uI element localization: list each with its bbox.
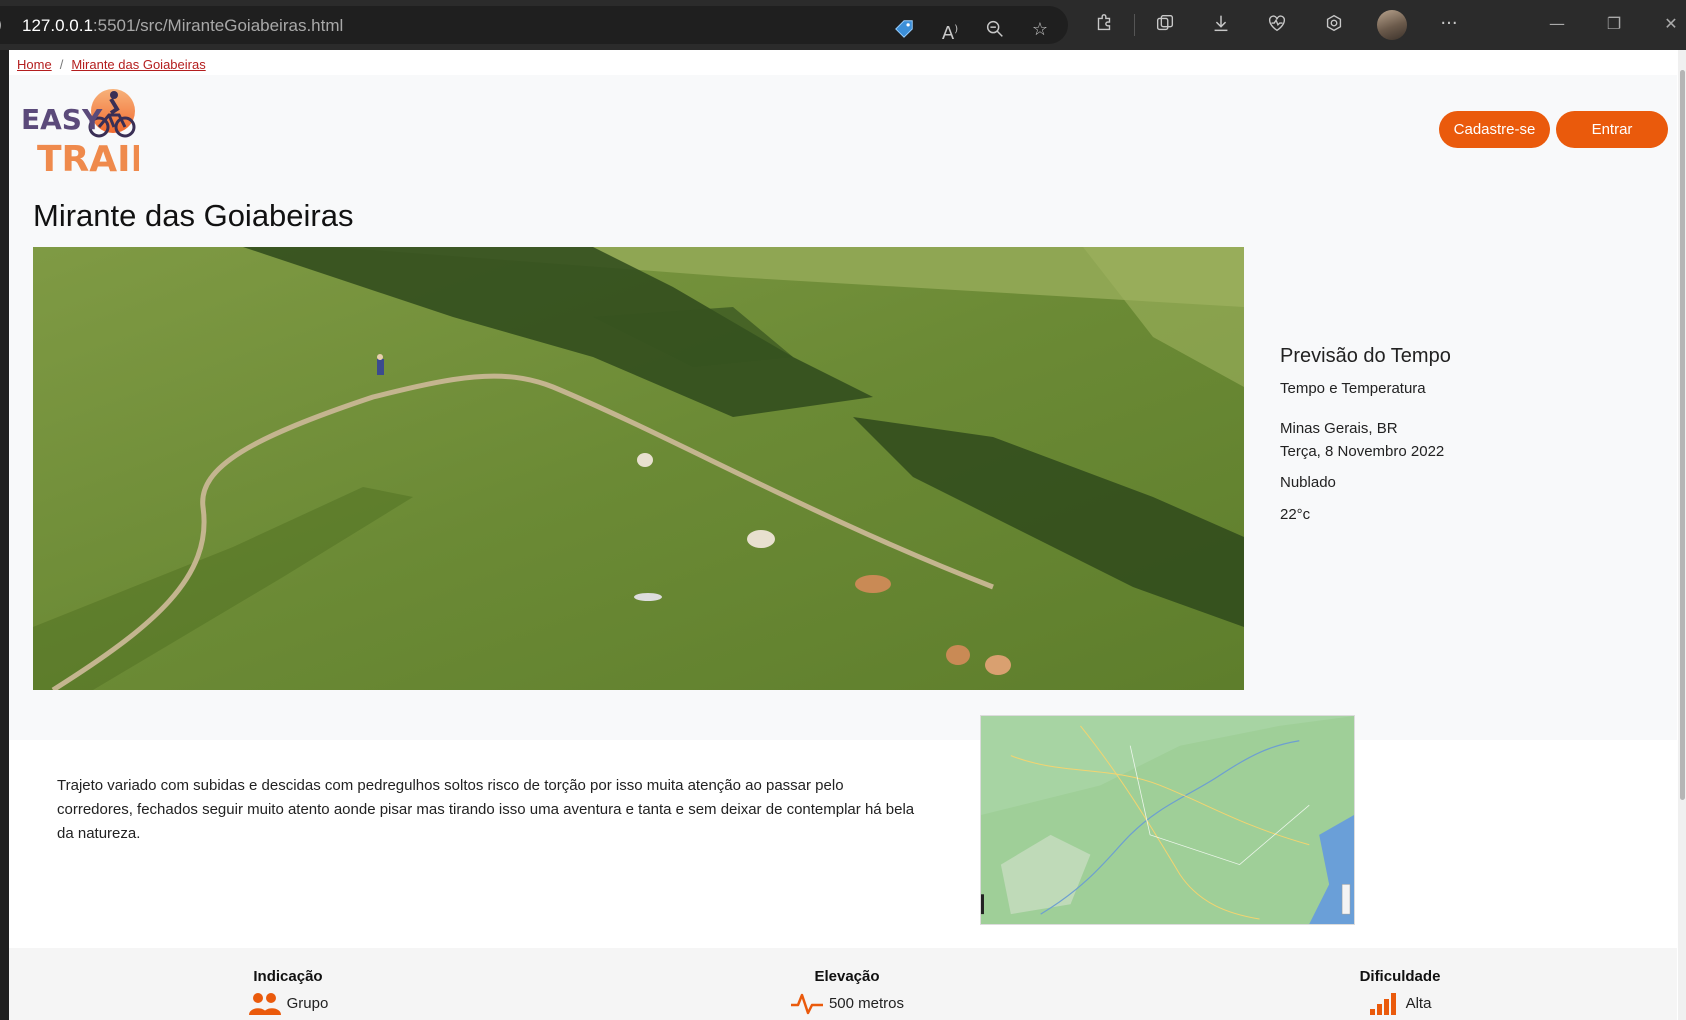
svg-text:TRAIL: TRAIL (37, 139, 139, 177)
trail-header-section: EASY TRAIL Cadastre-se Entrar Mirante da… (9, 75, 1677, 740)
stat-indicacao-label: Indicação (253, 968, 323, 985)
page-scrollbar[interactable] (1678, 50, 1686, 1020)
copilot-icon[interactable] (1322, 12, 1346, 36)
address-bar[interactable]: ) 127.0.0.1:5501/src/MiranteGoiabeiras.h… (0, 6, 1068, 44)
stat-dificuldade-label: Dificuldade (1359, 968, 1441, 985)
weather-subtitle: Tempo e Temperatura (1280, 380, 1426, 397)
add-favorite-icon[interactable]: ☆ (1028, 18, 1052, 42)
stat-indicacao-value: Grupo (286, 994, 329, 1012)
easy-trail-logo[interactable]: EASY TRAIL (19, 81, 139, 177)
weather-date: Terça, 8 Novembro 2022 (1280, 443, 1445, 460)
page-title: Mirante das Goiabeiras (33, 198, 354, 233)
tag-icon[interactable] (892, 18, 916, 42)
elevation-icon (790, 993, 823, 1015)
downloads-icon[interactable] (1209, 12, 1233, 36)
trail-stats: Indicação Grupo Elevação 500 metros Difi… (9, 948, 1677, 1020)
stat-elevacao: Elevação 500 metros (777, 968, 917, 1015)
group-icon (248, 993, 281, 1015)
breadcrumb-separator: / (59, 57, 64, 72)
stat-elevacao-value: 500 metros (828, 994, 905, 1012)
weather-condition: Nublado (1280, 474, 1336, 491)
stat-dificuldade-value: Alta (1405, 994, 1432, 1012)
trail-description: Trajeto variado com subidas e descidas c… (57, 777, 915, 842)
breadcrumb-current-link[interactable]: Mirante das Goiabeiras (71, 57, 205, 72)
stat-dificuldade: Dificuldade Alta (1340, 968, 1460, 1015)
minimize-icon[interactable]: — (1545, 12, 1569, 36)
weather-temperature: 22°c (1280, 506, 1311, 523)
profile-avatar[interactable] (1377, 10, 1407, 40)
trail-photo (33, 247, 1244, 690)
stat-indicacao: Indicação Grupo (223, 968, 353, 1015)
read-aloud-icon[interactable]: A) (938, 18, 962, 44)
collections-icon[interactable] (1153, 12, 1177, 36)
breadcrumb-home-link[interactable]: Home (17, 57, 52, 72)
weather-location: Minas Gerais, BR (1280, 420, 1398, 437)
stat-elevacao-label: Elevação (814, 968, 880, 985)
more-icon[interactable]: ··· (1437, 12, 1461, 36)
address-url[interactable]: 127.0.0.1:5501/src/MiranteGoiabeiras.htm… (22, 16, 343, 36)
scrollbar-thumb[interactable] (1680, 70, 1685, 800)
toolbar-divider (1134, 14, 1135, 36)
restore-icon[interactable]: ❐ (1602, 12, 1626, 36)
close-icon[interactable]: ✕ (1659, 12, 1683, 36)
difficulty-bars-icon (1369, 993, 1396, 1015)
weather-heading: Previsão do Tempo (1280, 345, 1451, 367)
login-button[interactable]: Entrar (1556, 111, 1668, 148)
zoom-out-icon[interactable] (983, 18, 1007, 42)
page-viewport: Home / Mirante das Goiabeiras EASY TRAIL C… (9, 50, 1686, 1020)
site-info-icon[interactable]: ) (0, 15, 2, 34)
trail-map[interactable] (980, 715, 1355, 925)
signup-button[interactable]: Cadastre-se (1439, 111, 1550, 148)
extensions-icon[interactable] (1092, 12, 1116, 36)
health-icon[interactable] (1265, 12, 1289, 36)
svg-text:EASY: EASY (21, 103, 103, 136)
browser-toolbar: ) 127.0.0.1:5501/src/MiranteGoiabeiras.h… (0, 0, 1686, 50)
breadcrumb: Home / Mirante das Goiabeiras (17, 57, 206, 72)
